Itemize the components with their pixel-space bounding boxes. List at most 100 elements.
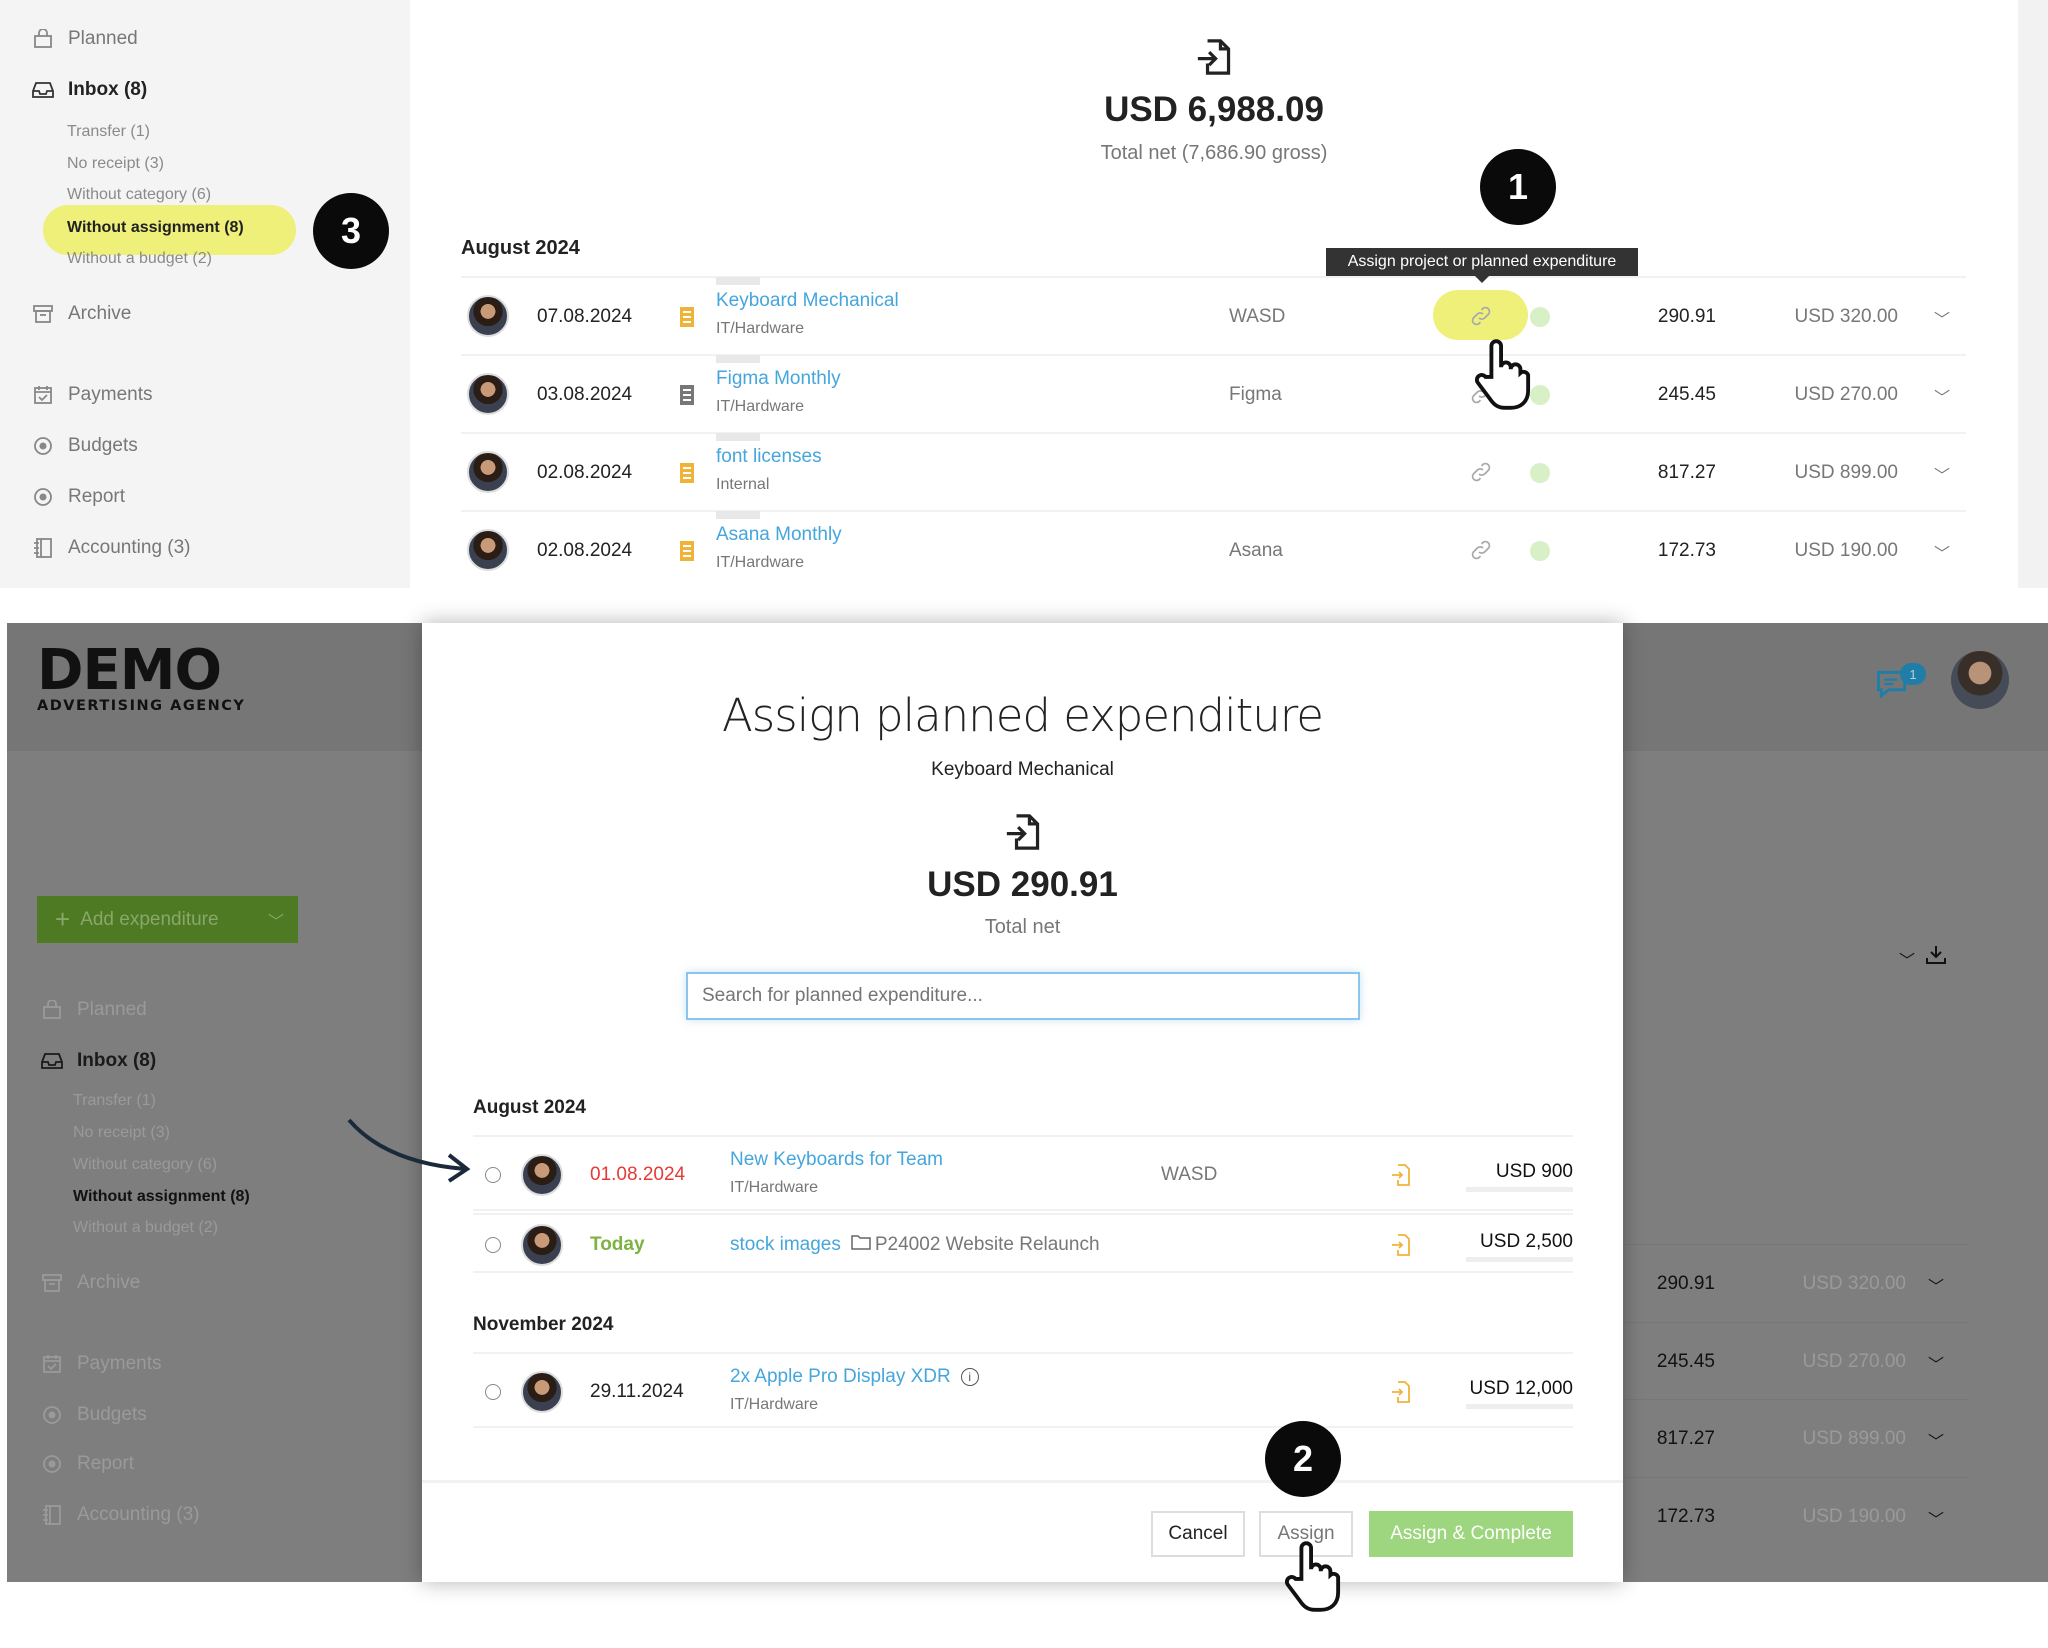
receipt-icon[interactable] (680, 541, 694, 561)
sidebar-subitem[interactable]: No receipt (3) (67, 155, 164, 173)
amount-progress-bar (1466, 1187, 1573, 1192)
sidebar-item-label: Report (77, 1453, 135, 1474)
expense-row[interactable]: 07.08.2024 Keyboard Mechanical IT/Hardware… (461, 276, 1966, 354)
expense-title[interactable]: font licenses (716, 446, 822, 468)
radio-button[interactable] (485, 1237, 501, 1253)
expense-row[interactable]: 290.91 USD 320.00 ﹀ (1623, 1244, 1968, 1322)
tab-marker (716, 511, 760, 519)
chevron-down-icon[interactable]: ﹀ (1899, 947, 1915, 971)
assign-modal: Assign planned expenditure Keyboard Mech… (422, 623, 1623, 1582)
sidebar-item-report[interactable]: Report (32, 486, 125, 508)
sidebar-item-label: Planned (68, 28, 138, 49)
sidebar-item-budgets[interactable]: Budgets (41, 1404, 147, 1426)
net-amount: 172.73 (1656, 1506, 1715, 1527)
expense-category: IT/Hardware (716, 554, 805, 571)
planned-expenditure-row[interactable]: Today stock images P24002 Website Relaunch… (473, 1213, 1573, 1273)
receipt-icon[interactable] (680, 385, 694, 405)
planned-amount: USD 2,500 (1480, 1231, 1573, 1252)
target-icon (32, 486, 54, 508)
radio-button[interactable] (485, 1384, 501, 1400)
search-input[interactable] (686, 972, 1360, 1020)
receipt-icon[interactable] (680, 307, 694, 327)
radio-button[interactable] (485, 1167, 501, 1183)
expense-category: Internal (716, 476, 770, 493)
modal-title: Assign planned expenditure (722, 689, 1324, 742)
sidebar-item-inbox[interactable]: Inbox (8) (41, 1050, 156, 1072)
gross-amount: USD 899.00 (1802, 1428, 1906, 1449)
date: Today (590, 1234, 645, 1255)
link-icon[interactable] (1469, 538, 1493, 567)
sidebar-item-budgets[interactable]: Budgets (32, 435, 138, 457)
sidebar-item-report[interactable]: Report (41, 1453, 134, 1475)
sidebar-subitem[interactable]: Without assignment (8) (73, 1188, 250, 1206)
archive-icon (41, 1272, 63, 1294)
sidebar-subitem[interactable]: No receipt (3) (73, 1124, 170, 1142)
planned-expenditure-row[interactable]: 29.11.2024 2x Apple Pro Display XDR i IT/Ha… (473, 1352, 1573, 1428)
sidebar-subitem[interactable]: Without assignment (8) (67, 219, 244, 237)
date: 02.08.2024 (537, 462, 633, 483)
target-icon (41, 1453, 63, 1475)
expense-title[interactable]: Asana Monthly (716, 524, 842, 546)
assign-complete-button[interactable]: Assign & Complete (1369, 1511, 1573, 1557)
chevron-down-icon[interactable]: ﹀ (1928, 1506, 1944, 1530)
expenditure-title[interactable]: stock images (730, 1234, 841, 1256)
info-icon[interactable]: i (960, 1368, 979, 1386)
cancel-button[interactable]: Cancel (1151, 1511, 1245, 1557)
expenditure-title[interactable]: New Keyboards for Team (730, 1149, 943, 1171)
amount-progress-bar (1466, 1257, 1573, 1262)
expenditure-title[interactable]: 2x Apple Pro Display XDR (730, 1366, 951, 1388)
sidebar-item-archive[interactable]: Archive (32, 303, 131, 325)
download-icon[interactable] (1925, 945, 1947, 970)
link-icon[interactable] (1469, 304, 1493, 333)
sidebar-item-accounting[interactable]: Accounting (3) (32, 537, 191, 559)
expense-row[interactable]: 02.08.2024 font licenses Internal 817.27 USD… (461, 432, 1966, 510)
hand-cursor-icon (1474, 338, 1532, 417)
scroll-strip (2018, 0, 2048, 588)
expenditure-category: IT/Hardware (730, 1396, 819, 1413)
vendor: WASD (1161, 1164, 1218, 1185)
chevron-down-icon[interactable]: ﹀ (1934, 540, 1950, 564)
user-avatar[interactable] (1951, 651, 2009, 709)
sidebar-item-payments[interactable]: Payments (41, 1353, 161, 1375)
sidebar-item-accounting[interactable]: Accounting (3) (41, 1504, 200, 1526)
expense-row[interactable]: 02.08.2024 Asana Monthly IT/Hardware Asana 1… (461, 510, 1966, 588)
expense-row[interactable]: 172.73 USD 190.00 ﹀ (1623, 1477, 1968, 1555)
sidebar-subitem[interactable]: Without a budget (2) (67, 250, 212, 268)
sidebar-item-archive[interactable]: Archive (41, 1272, 140, 1294)
net-amount: 172.73 (1657, 540, 1716, 561)
target-icon (32, 435, 54, 457)
modal-amount: USD 290.91 (927, 865, 1118, 904)
chevron-down-icon[interactable]: ﹀ (1934, 462, 1950, 486)
sidebar-subitem[interactable]: Without category (6) (73, 1156, 217, 1174)
receipt-icon[interactable] (680, 463, 694, 483)
sidebar-subitem[interactable]: Without category (6) (67, 186, 211, 204)
chevron-down-icon[interactable]: ﹀ (268, 908, 284, 932)
chevron-down-icon[interactable]: ﹀ (1934, 384, 1950, 408)
chevron-down-icon[interactable]: ﹀ (1928, 1428, 1944, 1452)
chevron-down-icon[interactable]: ﹀ (1934, 306, 1950, 330)
expense-row[interactable]: 817.27 USD 899.00 ﹀ (1623, 1399, 1968, 1477)
sidebar-subitem[interactable]: Transfer (1) (67, 123, 150, 141)
date: 29.11.2024 (590, 1381, 684, 1402)
sidebar-item-planned[interactable]: Planned (32, 28, 138, 50)
sidebar-item-planned[interactable]: Planned (41, 999, 147, 1021)
expense-title[interactable]: Keyboard Mechanical (716, 290, 899, 312)
sidebar-item-label: Report (68, 486, 126, 507)
chat-badge: 1 (1900, 663, 1926, 685)
planned-expenditure-row[interactable]: 01.08.2024 New Keyboards for Team IT/Hardw… (473, 1135, 1573, 1211)
expense-category: IT/Hardware (716, 398, 805, 415)
sidebar-subitem[interactable]: Without a budget (2) (73, 1219, 218, 1237)
expense-title[interactable]: Figma Monthly (716, 368, 841, 390)
step-badge-2: 2 (1265, 1421, 1341, 1497)
chevron-down-icon[interactable]: ﹀ (1928, 1351, 1944, 1375)
sidebar-item-inbox[interactable]: Inbox (8) (32, 79, 147, 101)
sidebar-subitem[interactable]: Transfer (1) (73, 1092, 156, 1110)
expense-row[interactable]: 245.45 USD 270.00 ﹀ (1623, 1322, 1968, 1400)
sidebar-item-label: Inbox (8) (68, 79, 148, 100)
chevron-down-icon[interactable]: ﹀ (1928, 1273, 1944, 1297)
add-expenditure-button[interactable]: + Add expenditure ﹀ (37, 896, 298, 943)
date: 03.08.2024 (537, 384, 633, 405)
expense-row[interactable]: 03.08.2024 Figma Monthly IT/Hardware Figma 2… (461, 354, 1966, 432)
sidebar-item-payments[interactable]: Payments (32, 384, 152, 406)
link-icon[interactable] (1469, 460, 1493, 489)
